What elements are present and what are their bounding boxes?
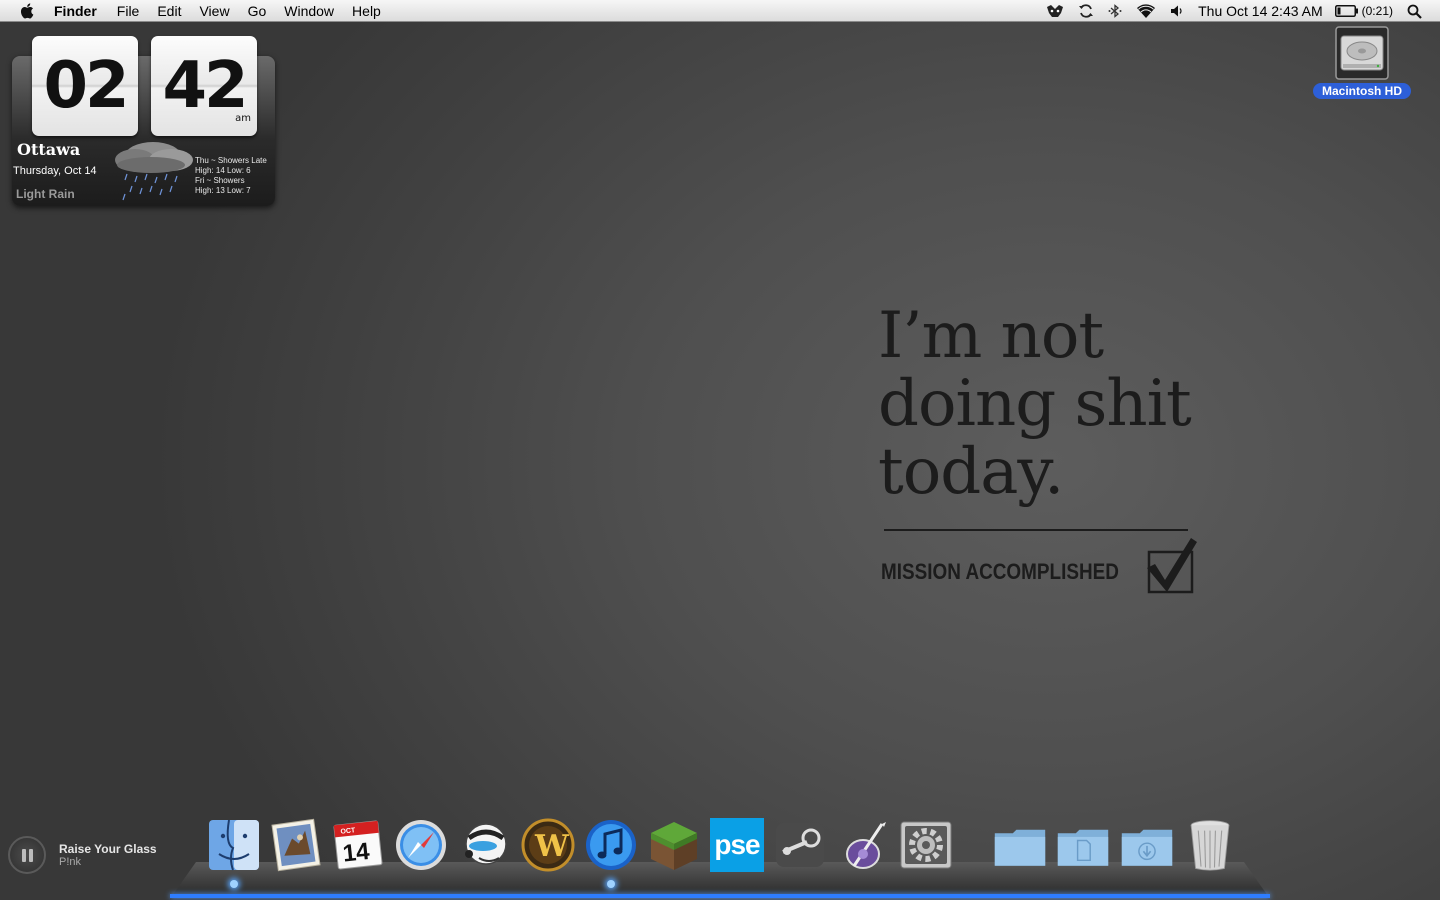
volume-icon[interactable] (1170, 0, 1184, 22)
menu-bar: Finder File Edit View Go Window Help Thu… (0, 0, 1440, 22)
dock-adium[interactable] (456, 818, 516, 882)
menu-help[interactable]: Help (352, 0, 381, 22)
now-playing-artist: P!nk (59, 856, 82, 868)
trash-icon (1190, 820, 1230, 871)
photoshop-elements-icon: pse (710, 818, 764, 872)
dock-world-of-warcraft[interactable]: W (518, 818, 578, 882)
apple-menu-icon[interactable] (19, 2, 37, 20)
forecast-line: Thu ~ Showers Late (195, 156, 267, 165)
dock-highlight (170, 894, 1270, 898)
downloads-folder-icon (1121, 829, 1173, 866)
steam-icon (776, 823, 824, 867)
running-indicator (607, 880, 615, 888)
forecast-line: Fri ~ Showers (195, 176, 245, 185)
dock-itunes[interactable] (581, 818, 641, 888)
menu-go[interactable]: Go (248, 0, 267, 22)
drive-label: Macintosh HD (1312, 83, 1411, 99)
pause-button[interactable] (8, 836, 46, 874)
dock-system-preferences[interactable] (896, 818, 956, 882)
forecast-line: High: 14 Low: 6 (195, 166, 251, 175)
weather-city: Ottawa (17, 140, 81, 159)
script-editor-icon (846, 822, 886, 869)
menu-window[interactable]: Window (284, 0, 334, 22)
wallpaper-divider (884, 529, 1188, 531)
itunes-icon (586, 820, 636, 870)
battery-time: (0:21) (1361, 4, 1393, 18)
clock-minute: 42 (162, 49, 248, 123)
macintosh-hd-drive[interactable]: Macintosh HD (1308, 26, 1416, 99)
minecraft-grass-block-icon (651, 822, 697, 870)
dock-photoshop-elements[interactable]: pse (707, 818, 767, 882)
weather-condition: Light Rain (16, 187, 75, 201)
forecast-line: High: 13 Low: 7 (195, 186, 251, 195)
rain-cloud-icon (115, 142, 193, 201)
dock-safari[interactable] (391, 818, 451, 882)
documents-folder-icon (1057, 829, 1109, 866)
dock-mail[interactable] (266, 818, 326, 882)
calendar-icon: OCT 14 (333, 820, 383, 870)
mail-icon (271, 818, 321, 872)
checkbox-checked-icon (1147, 538, 1197, 594)
folder-icon (994, 829, 1046, 866)
svg-text:14: 14 (341, 838, 371, 868)
battery-icon (1334, 5, 1358, 17)
adium-duck-icon (465, 823, 507, 865)
clock-minute-card: 42 am (151, 36, 257, 136)
wallpaper-mission-text: MISSION ACCOMPLISHED (881, 559, 1119, 584)
dock-script-editor[interactable] (833, 818, 893, 882)
warcraft-icon: W (521, 818, 575, 872)
hard-drive-icon (1335, 26, 1389, 80)
sync-icon[interactable] (1078, 0, 1094, 22)
gear-icon (900, 821, 952, 869)
dock-minecraft[interactable] (644, 818, 704, 882)
dock-trash[interactable] (1180, 818, 1240, 882)
growl-icon[interactable] (1046, 0, 1064, 22)
weather-forecast: Thu ~ Showers Late High: 14 Low: 6 Fri ~… (195, 156, 267, 196)
safari-compass-icon (396, 820, 446, 870)
dock-ical[interactable]: OCT 14 (328, 818, 388, 882)
clock-hour-card: 02 (32, 36, 138, 136)
dock-documents-folder[interactable] (1053, 818, 1113, 882)
finder-icon (209, 819, 259, 871)
wallpaper-quote: I’m not doing shit today. (878, 299, 1192, 509)
svg-text:W: W (534, 829, 570, 864)
running-indicator (230, 880, 238, 888)
now-playing-widget: Raise Your Glass P!nk (8, 834, 157, 876)
dock-applications-folder[interactable] (990, 818, 1050, 882)
menu-view[interactable]: View (199, 0, 229, 22)
battery-status[interactable]: (0:21) (1334, 4, 1393, 18)
menubar-clock[interactable]: Thu Oct 14 2:43 AM (1198, 3, 1323, 19)
dock-steam[interactable] (770, 818, 830, 882)
weather-date: Thursday, Oct 14 (13, 165, 97, 177)
clock-ampm: am (235, 113, 251, 124)
wifi-icon[interactable] (1136, 0, 1156, 22)
menu-app-finder[interactable]: Finder (54, 0, 97, 22)
bluetooth-icon[interactable] (1108, 0, 1122, 22)
menu-file[interactable]: File (117, 0, 140, 22)
dock-finder[interactable] (204, 818, 264, 888)
dock-downloads-folder[interactable] (1117, 818, 1177, 882)
now-playing-title: Raise Your Glass (59, 842, 157, 856)
menu-edit[interactable]: Edit (157, 0, 181, 22)
flip-clock-widget[interactable]: 02 42 am Ottawa Thursday, Oct 14 Light R… (12, 36, 275, 206)
spotlight-icon[interactable] (1407, 0, 1422, 22)
clock-hour: 02 (43, 49, 129, 123)
